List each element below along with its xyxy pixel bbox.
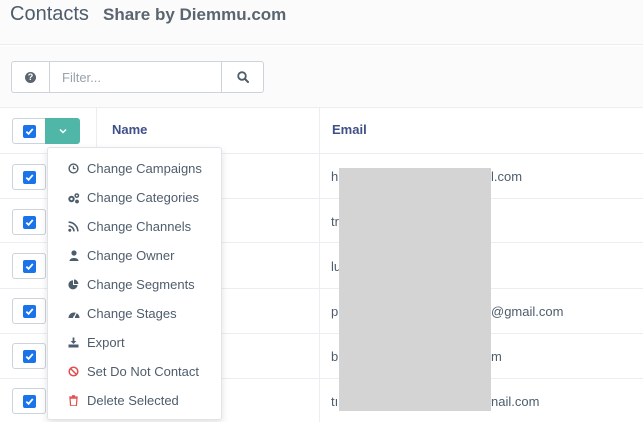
- menu-item-change-campaigns[interactable]: Change Campaigns: [48, 154, 221, 183]
- cogs-icon: [67, 191, 80, 204]
- menu-item-label: Change Campaigns: [87, 161, 202, 176]
- filter-input[interactable]: [49, 61, 222, 93]
- select-all-checkbox[interactable]: [12, 118, 46, 144]
- checkbox-checked-icon: [22, 259, 36, 273]
- row-checkbox[interactable]: [12, 253, 46, 279]
- email-cell-tail: l.com: [491, 169, 523, 184]
- menu-item-label: Export: [87, 335, 125, 350]
- bulk-actions-toggle[interactable]: [45, 118, 80, 144]
- email-cell-tail: @gmail.com: [491, 304, 564, 319]
- help-button[interactable]: ?: [11, 61, 49, 93]
- chevron-down-icon: [58, 128, 67, 134]
- page-title: Contacts: [10, 3, 89, 25]
- menu-item-change-channels[interactable]: Change Channels: [48, 212, 221, 241]
- row-checkbox[interactable]: [12, 164, 46, 190]
- menu-item-set-do-not-contact[interactable]: Set Do Not Contact: [48, 357, 221, 386]
- menu-item-label: Change Categories: [87, 190, 200, 205]
- watermark-text: Share by Diemmu.com: [103, 5, 287, 24]
- email-cell: h: [331, 169, 339, 184]
- column-divider: [319, 108, 320, 422]
- menu-item-label: Change Owner: [87, 248, 175, 263]
- menu-item-change-owner[interactable]: Change Owner: [48, 241, 221, 270]
- trash-icon: [67, 394, 80, 407]
- dashboard-icon: [67, 307, 80, 320]
- email-cell: p: [331, 304, 339, 319]
- email-cell: b: [331, 349, 339, 364]
- email-cell-tail: m: [491, 349, 502, 364]
- filter-bar: ?: [0, 46, 643, 108]
- redaction-block: [339, 168, 491, 411]
- checkbox-checked-icon: [22, 124, 36, 138]
- menu-item-label: Change Segments: [87, 277, 195, 292]
- checkbox-checked-icon: [22, 215, 36, 229]
- email-cell: tı: [331, 394, 339, 409]
- search-button[interactable]: [221, 61, 264, 93]
- email-cell: tr: [331, 214, 339, 229]
- checkbox-checked-icon: [22, 304, 36, 318]
- menu-item-label: Change Channels: [87, 219, 192, 234]
- menu-item-export[interactable]: Export: [48, 328, 221, 357]
- menu-item-change-categories[interactable]: Change Categories: [48, 183, 221, 212]
- menu-item-delete-selected[interactable]: Delete Selected: [48, 386, 221, 415]
- menu-item-label: Set Do Not Contact: [87, 364, 199, 379]
- question-circle-icon: ?: [25, 71, 36, 83]
- row-checkbox[interactable]: [12, 343, 46, 369]
- user-icon: [67, 249, 80, 262]
- rss-icon: [67, 220, 80, 233]
- checkbox-checked-icon: [22, 394, 36, 408]
- column-header-email[interactable]: Email: [332, 122, 367, 137]
- pie-chart-icon: [67, 278, 80, 291]
- download-icon: [67, 336, 80, 349]
- checkbox-checked-icon: [22, 170, 36, 184]
- row-checkbox[interactable]: [12, 298, 46, 324]
- column-header-name[interactable]: Name: [112, 122, 147, 137]
- page-header: Contacts Share by Diemmu.com: [0, 0, 643, 45]
- menu-item-label: Delete Selected: [87, 393, 179, 408]
- bulk-actions-menu: Change Campaigns Change Categories Chang…: [47, 147, 222, 420]
- row-checkbox[interactable]: [12, 209, 46, 235]
- menu-item-change-segments[interactable]: Change Segments: [48, 270, 221, 299]
- menu-item-change-stages[interactable]: Change Stages: [48, 299, 221, 328]
- row-checkbox[interactable]: [12, 388, 46, 414]
- menu-item-label: Change Stages: [87, 306, 177, 321]
- ban-icon: [67, 365, 80, 378]
- clock-icon: [67, 162, 80, 175]
- checkbox-checked-icon: [22, 349, 36, 363]
- email-cell-tail: nail.com: [491, 394, 540, 409]
- search-icon: [236, 71, 249, 83]
